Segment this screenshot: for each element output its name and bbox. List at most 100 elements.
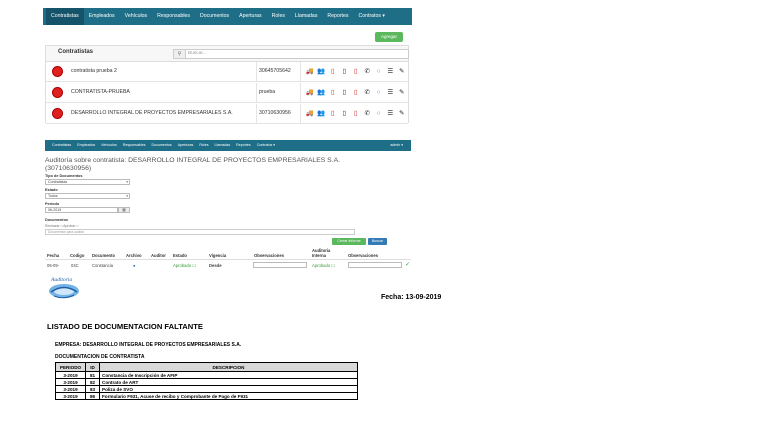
cell-periodo: 3-2019 xyxy=(55,385,86,393)
search-placeholder: Buscar... xyxy=(188,51,207,56)
pdf-icon[interactable]: ▯ xyxy=(327,109,339,118)
cell-periodo: 3-2019 xyxy=(55,392,86,400)
nav-reportes[interactable]: Reportes xyxy=(233,140,254,151)
contratista-name: CONTRATISTA-PRUEBA xyxy=(71,89,130,95)
document-icon[interactable]: ▯ xyxy=(339,109,351,118)
documentos-hint: Rechazar □ Aprobar □ xyxy=(45,224,79,228)
cell-descripcion: Poliza de SVO xyxy=(99,385,358,393)
nav-responsables[interactable]: Responsables xyxy=(152,8,195,25)
documentos-placeholder: Documentos para auditar xyxy=(48,230,84,234)
contratista-name: contratista prueba 2 xyxy=(71,68,117,74)
pdf-icon[interactable]: ▯ xyxy=(350,67,362,76)
phone-icon[interactable]: ✆ xyxy=(362,67,374,76)
nav-responsables[interactable]: Responsables xyxy=(120,140,149,151)
pdf-icon[interactable]: ▯ xyxy=(350,109,362,118)
document-icon[interactable]: ▯ xyxy=(339,88,351,97)
nav-contratos[interactable]: Contratos ▾ xyxy=(254,140,278,151)
cell-periodo: 3-2019 xyxy=(55,378,86,386)
cell-descripcion: Formulario F931, Acuse de recibo y Compr… xyxy=(99,392,358,400)
users-icon[interactable]: 👥 xyxy=(316,67,328,76)
divider xyxy=(256,83,257,102)
nav-contratistas[interactable]: Contratistas xyxy=(49,140,74,151)
grid-header: Contratistas ⚲ Buscar... xyxy=(46,46,409,62)
page-title-line1: Auditoría sobre contratista: DESARROLLO … xyxy=(45,157,341,164)
estado-select[interactable]: Todos ▾ xyxy=(45,193,130,199)
cell-descripcion: Constancia de Inscripción de AFIP xyxy=(99,371,358,379)
nav-documentos[interactable]: Documentos xyxy=(149,140,175,151)
pdf-icon[interactable]: ▯ xyxy=(327,88,339,97)
report-date: Fecha: 13-09-2019 xyxy=(381,294,442,301)
user-menu[interactable]: admin ▾ xyxy=(390,140,403,151)
page-title-line2: (30710630956) xyxy=(45,164,92,172)
cell-id: 81 xyxy=(85,371,100,379)
chevron-down-icon: ▾ xyxy=(126,194,128,198)
pencil-icon[interactable]: ✎ xyxy=(396,109,408,118)
nav-empleados[interactable]: Empleados xyxy=(84,8,120,25)
tipo-value: Contratistas xyxy=(48,180,68,184)
add-button[interactable]: Agregar xyxy=(375,32,403,42)
nav-llamadas[interactable]: Llamadas xyxy=(212,140,234,151)
nav-documentos[interactable]: Documentos xyxy=(195,8,234,25)
users-icon[interactable]: 👥 xyxy=(316,88,328,97)
list-icon[interactable]: ☰ xyxy=(385,67,397,76)
svg-text:Auditoria: Auditoria xyxy=(50,277,72,283)
phone-icon[interactable]: ✆ xyxy=(362,109,374,118)
col-descripcion: DESCRIPCION xyxy=(99,362,358,372)
contratista-code: 30710630956 xyxy=(259,110,291,116)
contratista-code: prueba xyxy=(259,89,276,95)
nav-vehiculos[interactable]: Vehículos xyxy=(98,140,120,151)
nav-contratistas[interactable]: Contratistas xyxy=(46,8,84,25)
search-input[interactable]: ⚲ Buscar... xyxy=(173,49,409,59)
divider xyxy=(300,62,301,81)
users-icon[interactable]: 👥 xyxy=(316,109,328,118)
status-dot xyxy=(52,108,63,119)
nav-contratos[interactable]: Contratos ▾ xyxy=(353,8,390,25)
table-row: 3-2019 82 Contrato de ART xyxy=(55,378,358,386)
pdf-icon[interactable]: ▯ xyxy=(350,88,362,97)
divider xyxy=(45,259,411,260)
divider xyxy=(256,62,257,81)
pdf-icon[interactable]: ▯ xyxy=(327,67,339,76)
contratista-code: 30645705642 xyxy=(259,68,291,74)
pencil-icon[interactable]: ✎ xyxy=(396,88,408,97)
pencil-icon[interactable]: ✎ xyxy=(396,67,408,76)
row-actions: 🚚 👥 ▯ ▯ ▯ ✆ ○ ☰ ✎ xyxy=(304,109,408,118)
documentos-input[interactable]: Documentos para auditar xyxy=(45,229,355,235)
check-icon[interactable]: ✓ xyxy=(405,261,410,268)
col-periodo: PERIODO xyxy=(55,362,86,372)
circle-icon[interactable]: ○ xyxy=(373,88,385,97)
nav-roles[interactable]: Roles xyxy=(196,140,211,151)
chevron-down-icon: ▾ xyxy=(126,180,128,184)
cerrar-informe-button[interactable]: Cerrar informe xyxy=(332,238,366,245)
list-icon[interactable]: ☰ xyxy=(385,88,397,97)
table-row: 3-2019 81 Constancia de Inscripción de A… xyxy=(55,371,358,379)
truck-icon[interactable]: 🚚 xyxy=(304,67,316,76)
periodo-input[interactable]: 06-2019 xyxy=(45,207,118,213)
nav-aperturas[interactable]: Aperturas xyxy=(175,140,197,151)
nav-aperturas[interactable]: Aperturas xyxy=(234,8,267,25)
table-row[interactable]: contratista prueba 2 30645705642 🚚 👥 ▯ ▯… xyxy=(46,62,408,82)
nav-roles[interactable]: Roles xyxy=(267,8,290,25)
truck-icon[interactable]: 🚚 xyxy=(304,109,316,118)
phone-icon[interactable]: ✆ xyxy=(362,88,374,97)
panel-cut xyxy=(45,268,411,270)
nav-llamadas[interactable]: Llamadas xyxy=(290,8,323,25)
documentos-label: Documentos xyxy=(45,218,68,222)
table-header-row: PERIODO ID DESCRIPCION xyxy=(55,362,358,372)
nav-vehiculos[interactable]: Vehículos xyxy=(120,8,153,25)
document-icon[interactable]: ▯ xyxy=(339,67,351,76)
table-row[interactable]: CONTRATISTA-PRUEBA prueba 🚚 👥 ▯ ▯ ▯ ✆ ○ … xyxy=(46,83,408,103)
calendar-icon[interactable]: ▦ xyxy=(118,207,130,213)
nav-reportes[interactable]: Reportes xyxy=(322,8,353,25)
table-row: 3-2019 86 Formulario F931, Acuse de reci… xyxy=(55,392,358,400)
status-dot xyxy=(52,87,63,98)
buscar-button[interactable]: Buscar xyxy=(368,238,387,245)
tipo-select[interactable]: Contratistas ▾ xyxy=(45,179,130,185)
circle-icon[interactable]: ○ xyxy=(373,67,385,76)
table-row[interactable]: DESARROLLO INTEGRAL DE PROYECTOS EMPRESA… xyxy=(46,104,408,124)
circle-icon[interactable]: ○ xyxy=(373,109,385,118)
divider xyxy=(300,83,301,102)
truck-icon[interactable]: 🚚 xyxy=(304,88,316,97)
list-icon[interactable]: ☰ xyxy=(385,109,397,118)
nav-empleados[interactable]: Empleados xyxy=(74,140,98,151)
